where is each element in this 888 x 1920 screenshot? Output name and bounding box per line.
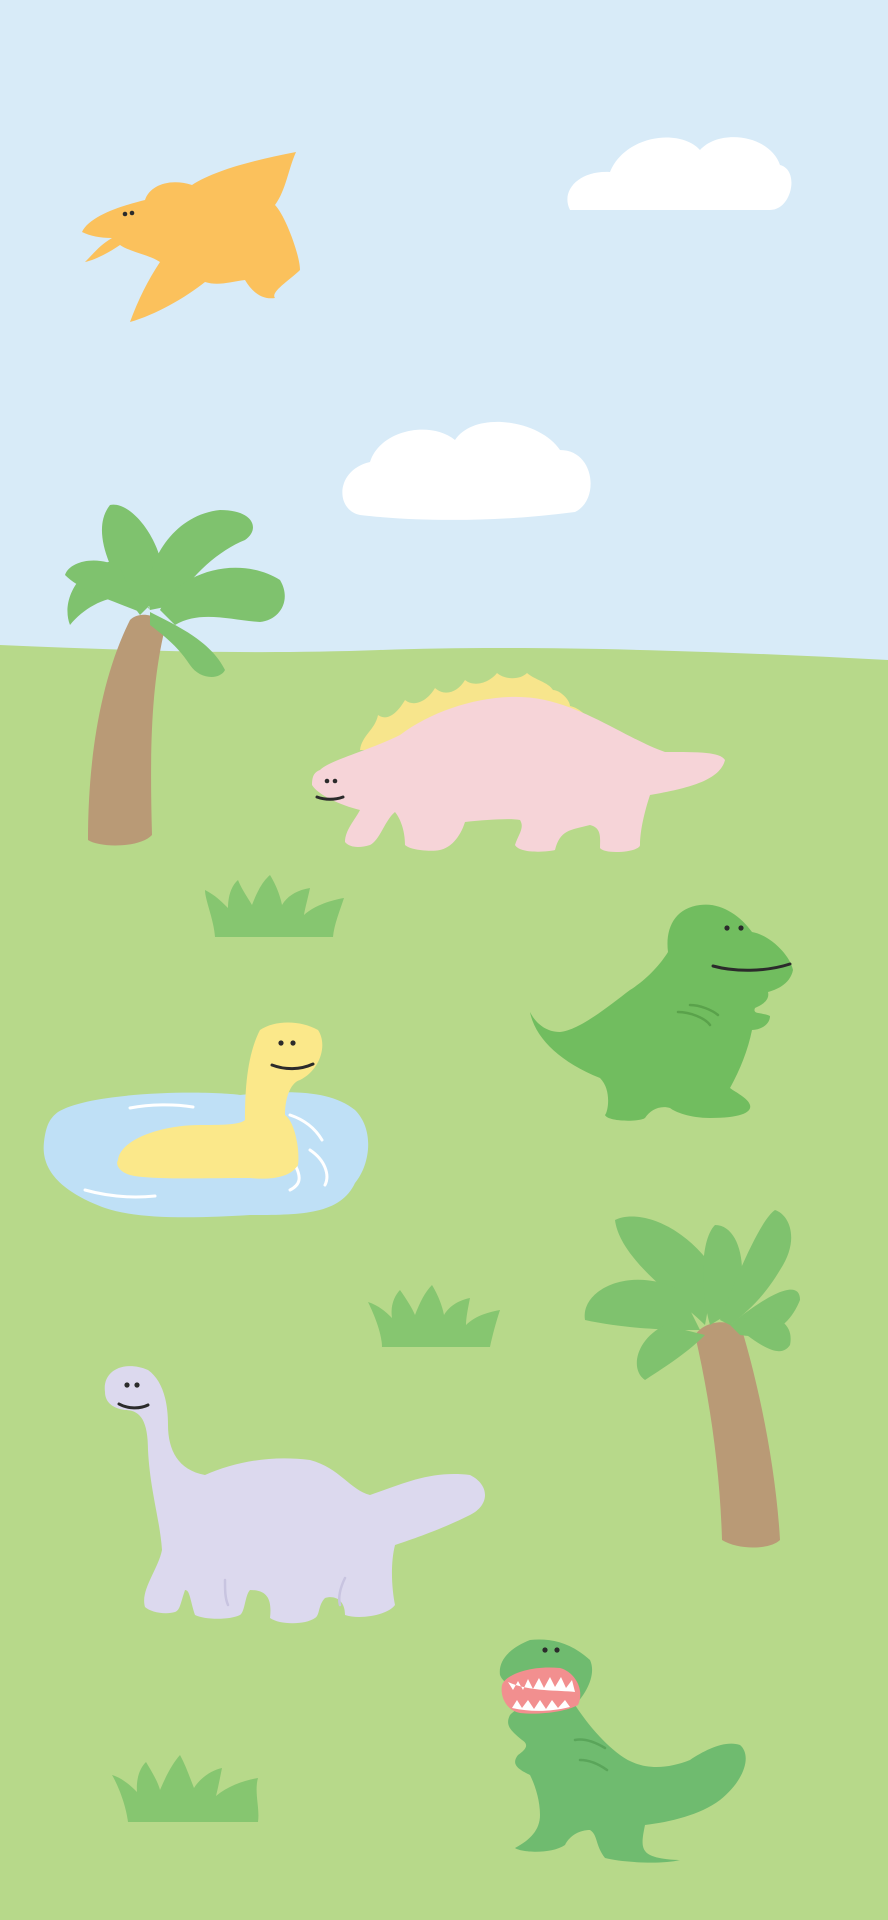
dinosaur-wallpaper [0,0,888,1920]
